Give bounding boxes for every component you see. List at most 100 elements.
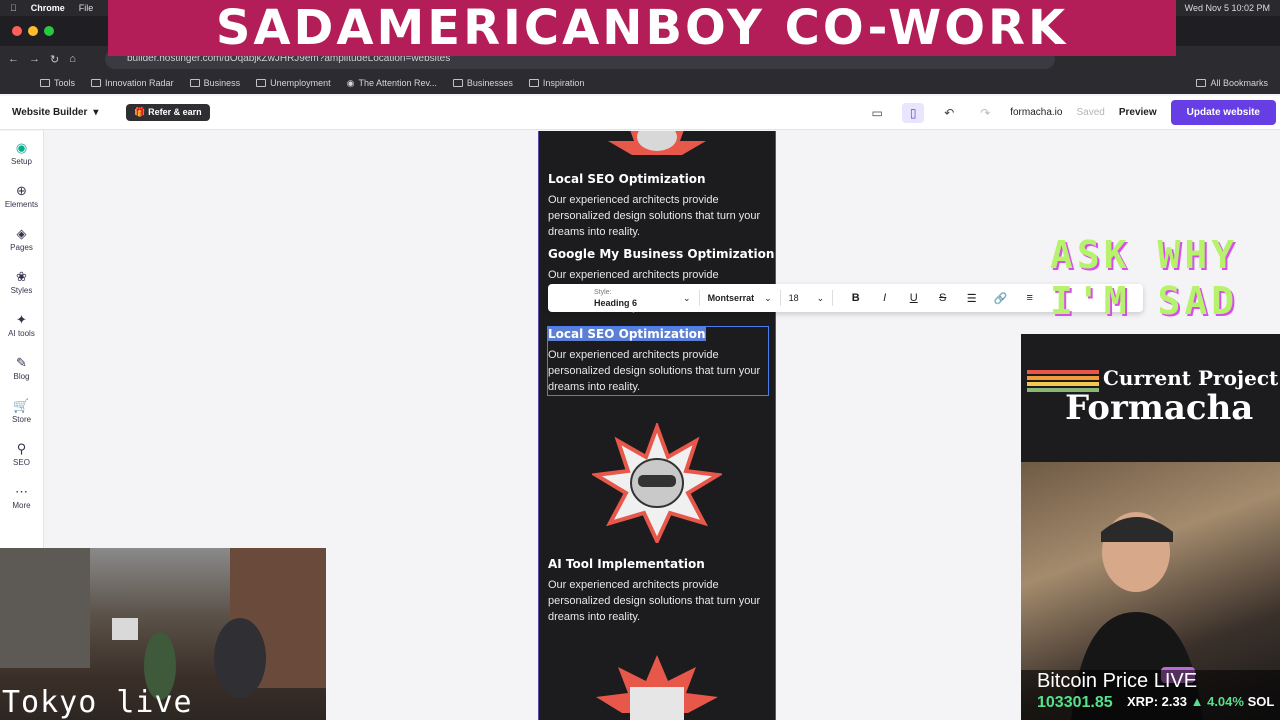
menu-app-name[interactable]: Chrome bbox=[31, 3, 65, 13]
sidebar-item-styles[interactable]: ❀ Styles bbox=[0, 268, 43, 303]
bold-icon[interactable]: B bbox=[841, 292, 870, 304]
sidebar-item-more[interactable]: ⋯ More bbox=[0, 483, 43, 518]
sparkle-icon: ✦ bbox=[16, 312, 27, 327]
chevron-down-icon: ▾ bbox=[93, 107, 99, 118]
bookmarks-bar: Tools Innovation Radar Business Unemploy… bbox=[0, 72, 1280, 94]
home-icon[interactable]: ⌂ bbox=[69, 53, 76, 65]
website-builder-label: Website Builder bbox=[12, 107, 88, 118]
folder-icon bbox=[189, 79, 200, 87]
preview-button[interactable]: Preview bbox=[1119, 107, 1157, 118]
bookmark-label: All Bookmarks bbox=[1210, 78, 1268, 88]
service-title[interactable]: Local SEO Optimization bbox=[548, 172, 768, 186]
service-description[interactable]: Our experienced architects provide perso… bbox=[548, 347, 768, 395]
sidebar-item-store[interactable]: 🛒 Store bbox=[0, 397, 43, 432]
wordpress-icon: ◉ bbox=[346, 77, 355, 88]
underline-icon[interactable]: U bbox=[899, 292, 928, 304]
layers-icon: ◈ bbox=[16, 226, 27, 241]
update-website-button[interactable]: Update website bbox=[1170, 100, 1276, 125]
palette-icon: ❀ bbox=[16, 269, 27, 284]
refer-earn-label: Refer & earn bbox=[148, 107, 202, 117]
align-icon[interactable]: ≡ bbox=[1015, 292, 1044, 304]
service-title[interactable]: AI Tool Implementation bbox=[548, 557, 768, 571]
font-size-dropdown[interactable]: 18 bbox=[789, 293, 799, 303]
link-icon[interactable]: 🔗 bbox=[986, 292, 1015, 305]
selected-text[interactable]: Local SEO Optimization bbox=[548, 327, 706, 341]
seo-icon: ⚲ bbox=[16, 441, 27, 456]
folder-icon bbox=[91, 79, 102, 87]
bookmark-tools[interactable]: Tools bbox=[40, 78, 75, 88]
website-builder-menu[interactable]: Website Builder ▾ bbox=[12, 107, 98, 118]
redo-button[interactable]: ↷ bbox=[974, 103, 996, 123]
folder-icon bbox=[256, 79, 267, 87]
reload-icon[interactable]: ↻ bbox=[50, 53, 59, 66]
style-dropdown[interactable]: Style: Heading 6 bbox=[594, 288, 637, 308]
ask-why-sad-overlay: ASK WHY I'M SAD bbox=[1050, 233, 1239, 323]
project-name: Formacha bbox=[1065, 388, 1254, 428]
helmet-burst-image bbox=[592, 423, 722, 543]
menu-file[interactable]: File bbox=[79, 3, 94, 13]
sidebar-item-ai-tools[interactable]: ✦ AI tools bbox=[0, 311, 43, 346]
gift-icon: 🎁 bbox=[134, 107, 146, 117]
style-value: Heading 6 bbox=[594, 298, 638, 308]
zoom-window-button[interactable] bbox=[44, 26, 54, 36]
menu-datetime[interactable]: Wed Nov 5 10:02 PM bbox=[1185, 3, 1270, 13]
sidebar-item-elements[interactable]: ⊕ Elements bbox=[0, 182, 43, 217]
sidebar-item-pages[interactable]: ◈ Pages bbox=[0, 225, 43, 260]
undo-button[interactable]: ↶ bbox=[938, 103, 960, 123]
service-title-selected[interactable]: Local SEO Optimization bbox=[548, 327, 768, 341]
forward-icon[interactable]: → bbox=[29, 53, 40, 65]
domain-link[interactable]: formacha.io bbox=[1010, 107, 1062, 118]
service-block-selected[interactable]: Local SEO Optimization Our experienced a… bbox=[547, 326, 769, 396]
font-family-dropdown[interactable]: Montserrat bbox=[708, 293, 755, 303]
close-window-button[interactable] bbox=[12, 26, 22, 36]
service-description[interactable]: Our experienced architects provide perso… bbox=[548, 577, 768, 625]
toolbar-divider bbox=[779, 290, 781, 306]
xrp-price: XRP: 2.33 bbox=[1127, 694, 1187, 709]
bookmark-unemployment[interactable]: Unemployment bbox=[256, 78, 331, 88]
italic-icon[interactable]: I bbox=[870, 292, 899, 304]
bookmark-business[interactable]: Business bbox=[189, 78, 241, 88]
list-icon[interactable]: ☰ bbox=[957, 292, 986, 305]
sidebar-item-label: Styles bbox=[10, 286, 33, 295]
mobile-view-button[interactable]: ▯ bbox=[902, 102, 925, 123]
folder-icon bbox=[528, 79, 539, 87]
bookmark-inspiration[interactable]: Inspiration bbox=[528, 78, 585, 88]
mobile-page-preview[interactable]: Local SEO Optimization Our experienced a… bbox=[538, 131, 776, 720]
folder-icon bbox=[40, 79, 50, 87]
desktop-view-button[interactable]: ▭ bbox=[866, 103, 888, 123]
sol-label: SOL bbox=[1247, 694, 1275, 709]
minimize-window-button[interactable] bbox=[28, 26, 38, 36]
service-description[interactable]: Our experienced architects provide perso… bbox=[548, 192, 768, 240]
header-actions: ▭ ▯ ↶ ↷ formacha.io Saved Preview Update… bbox=[866, 100, 1276, 125]
bookmark-label: Inspiration bbox=[542, 78, 585, 88]
strikethrough-icon[interactable]: S bbox=[928, 292, 957, 304]
service-block[interactable]: Local SEO Optimization Our experienced a… bbox=[548, 172, 768, 240]
chevron-down-icon[interactable]: ⌄ bbox=[764, 293, 772, 304]
bookmark-label: Business bbox=[203, 78, 241, 88]
sidebar-item-setup[interactable]: ◉ Setup bbox=[0, 139, 43, 174]
service-title[interactable]: Google My Business Optimization bbox=[548, 247, 774, 261]
bookmark-attention-rev[interactable]: ◉ The Attention Rev... bbox=[347, 78, 437, 89]
bookmark-businesses[interactable]: Businesses bbox=[452, 78, 513, 88]
helmet-burst-image bbox=[608, 131, 706, 155]
bookmark-label: Unemployment bbox=[270, 78, 331, 88]
all-bookmarks[interactable]: All Bookmarks bbox=[1196, 78, 1268, 88]
chevron-down-icon[interactable]: ⌄ bbox=[817, 293, 825, 304]
plus-icon: ⊕ bbox=[16, 183, 27, 198]
chevron-down-icon[interactable]: ⌄ bbox=[683, 293, 691, 304]
blog-icon: ✎ bbox=[16, 355, 27, 370]
envelope-burst-image bbox=[596, 655, 718, 720]
sidebar-item-label: AI tools bbox=[8, 329, 35, 338]
service-block[interactable]: AI Tool Implementation Our experienced a… bbox=[548, 557, 768, 625]
cart-icon: 🛒 bbox=[13, 398, 30, 413]
back-icon[interactable]: ← bbox=[8, 53, 19, 65]
current-project-overlay: Current Project Formacha bbox=[1021, 334, 1280, 462]
setup-icon: ◉ bbox=[15, 140, 28, 155]
bookmark-innovation-radar[interactable]: Innovation Radar bbox=[91, 78, 174, 88]
sidebar-item-blog[interactable]: ✎ Blog bbox=[0, 354, 43, 389]
folder-icon bbox=[452, 79, 463, 87]
stream-title-banner: SadAmericanBoy Co-work bbox=[108, 0, 1176, 56]
refer-earn-button[interactable]: 🎁 Refer & earn bbox=[126, 104, 210, 121]
sidebar-item-seo[interactable]: ⚲ SEO bbox=[0, 440, 43, 475]
apple-icon[interactable]:  bbox=[10, 3, 17, 13]
